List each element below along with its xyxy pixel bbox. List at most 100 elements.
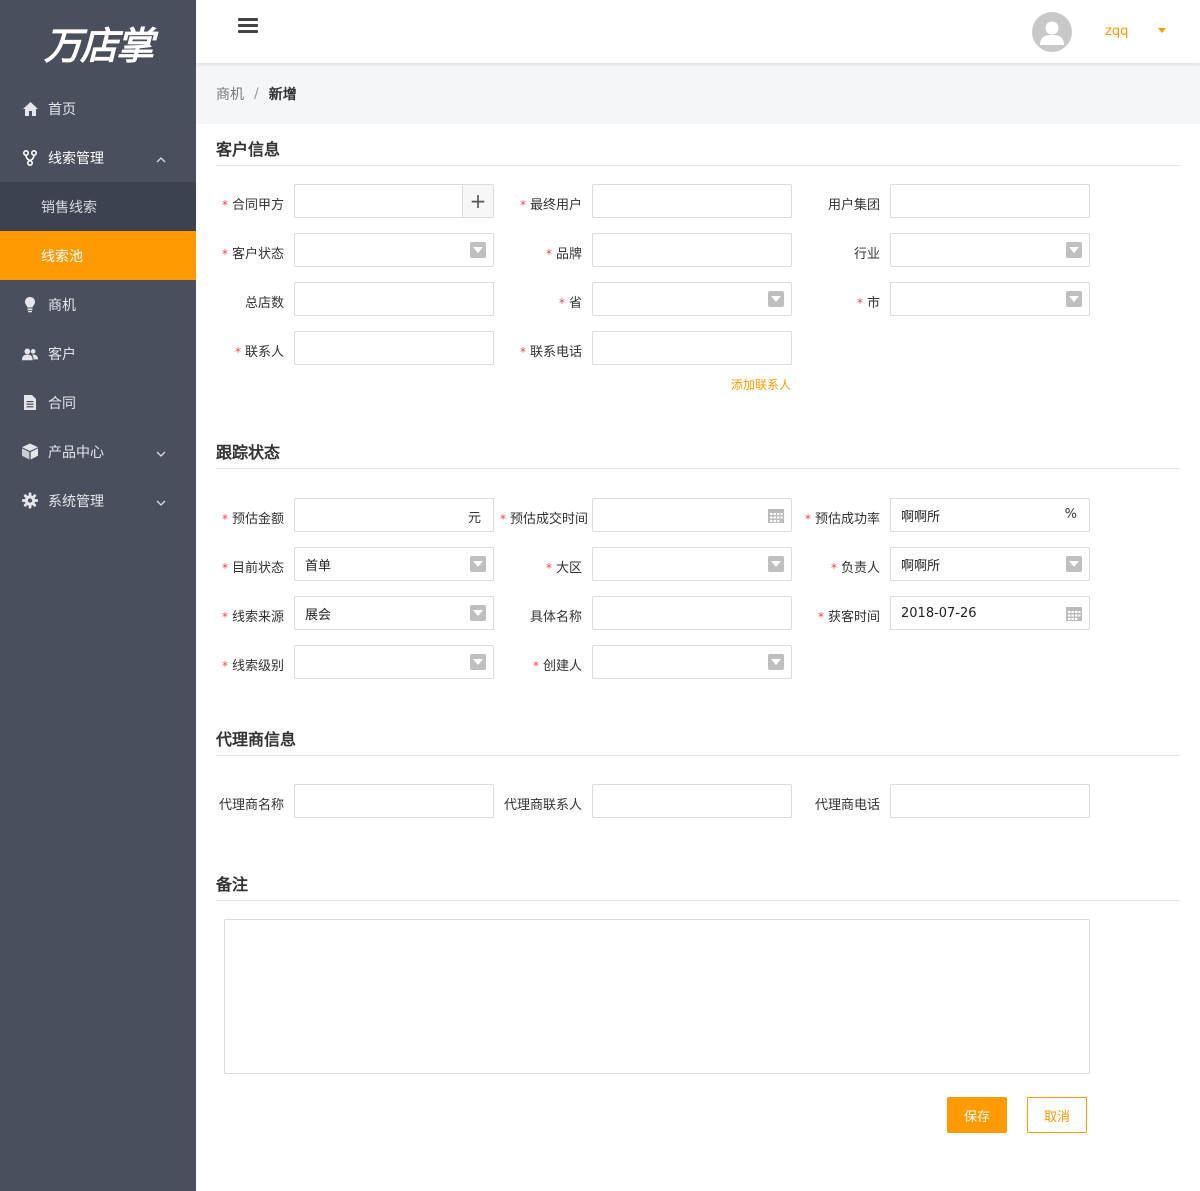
- agent-name-input[interactable]: [294, 784, 494, 818]
- branch-icon: [22, 149, 38, 166]
- unit-suffix: 元: [467, 511, 481, 526]
- label-agent-phone: 代理商电话: [814, 798, 880, 813]
- brand-input[interactable]: [592, 233, 792, 267]
- sidebar-item-label: 产品中心: [48, 444, 104, 461]
- lead-level-select[interactable]: [294, 645, 494, 679]
- province-select[interactable]: [592, 282, 792, 316]
- sidebar-item-label: 商机: [48, 297, 76, 314]
- party-a-input[interactable]: +: [294, 184, 494, 218]
- cube-icon: [22, 443, 38, 460]
- section-title-customer: 客户信息: [216, 140, 281, 159]
- end-user-input[interactable]: [592, 184, 792, 218]
- label-agent-name: 代理商名称: [218, 798, 284, 813]
- cancel-button[interactable]: 取消: [1027, 1097, 1087, 1133]
- section-divider: [216, 468, 1180, 469]
- industry-select[interactable]: [890, 233, 1090, 267]
- chevron-down-icon: [156, 494, 166, 510]
- dropdown-arrow-icon[interactable]: [470, 242, 486, 258]
- dropdown-arrow-icon[interactable]: [768, 556, 784, 572]
- specific-name-input[interactable]: [592, 596, 792, 630]
- sidebar-subitem-label: 线索池: [41, 248, 83, 265]
- sidebar-subitem-label: 销售线索: [41, 199, 97, 216]
- section-title-agent: 代理商信息: [216, 730, 297, 749]
- username[interactable]: zqq: [1105, 24, 1128, 39]
- lightbulb-icon: [22, 296, 38, 313]
- add-party-button[interactable]: +: [462, 185, 493, 217]
- chevron-up-icon: [156, 151, 166, 167]
- logo: 万店掌: [0, 0, 196, 84]
- chevron-down-icon: [156, 445, 166, 461]
- sidebar-item-label: 首页: [48, 101, 76, 118]
- sidebar-nav: 首页 线索管理 销售线索 线索池 商机 客户 合同 产品中心 系统管理: [0, 84, 196, 525]
- city-select[interactable]: [890, 282, 1090, 316]
- est-close-time-picker[interactable]: [592, 498, 792, 532]
- sidebar-item-label: 合同: [48, 395, 76, 412]
- label-est-close-time: * 预估成交时间: [500, 512, 589, 527]
- main-form: 客户信息 * 合同甲方 + * 最终用户 用户集团 * 客户状态 * 品牌 行业 总店数…: [196, 124, 1200, 1191]
- sidebar-item-leads[interactable]: 线索管理: [0, 133, 196, 182]
- dropdown-arrow-icon[interactable]: [1066, 291, 1082, 307]
- calendar-icon[interactable]: [768, 508, 784, 523]
- label-lead-source: * 线索来源: [221, 610, 284, 625]
- owner-select[interactable]: 啊啊所: [890, 547, 1090, 581]
- label-est-rate: * 预估成功率: [804, 512, 880, 527]
- top-header: zqq: [196, 0, 1200, 63]
- dropdown-arrow-icon[interactable]: [470, 654, 486, 670]
- acquire-time-picker[interactable]: 2018-07-26: [890, 596, 1090, 630]
- sidebar-subitem-lead-pool[interactable]: 线索池: [0, 231, 196, 280]
- contact-input[interactable]: [294, 331, 494, 365]
- creator-select[interactable]: [592, 645, 792, 679]
- current-status-select[interactable]: 首单: [294, 547, 494, 581]
- label-est-amount: * 预估金额: [221, 512, 284, 527]
- calendar-icon[interactable]: [1066, 606, 1082, 621]
- label-current-status: * 目前状态: [221, 561, 284, 576]
- remark-textarea[interactable]: [224, 919, 1090, 1074]
- label-user-group: 用户集团: [827, 198, 880, 213]
- section-divider: [216, 165, 1180, 166]
- sidebar-item-products[interactable]: 产品中心: [0, 427, 196, 476]
- label-phone: * 联系电话: [519, 345, 582, 360]
- phone-input[interactable]: [592, 331, 792, 365]
- customer-status-select[interactable]: [294, 233, 494, 267]
- label-brand: * 品牌: [545, 247, 582, 262]
- section-title-remark: 备注: [216, 875, 249, 894]
- breadcrumb-parent[interactable]: 商机: [216, 84, 244, 104]
- dropdown-arrow-icon[interactable]: [1066, 242, 1082, 258]
- breadcrumb: 商机 / 新增: [196, 63, 1200, 124]
- avatar[interactable]: [1032, 12, 1072, 52]
- home-icon: [22, 101, 38, 117]
- save-button[interactable]: 保存: [947, 1097, 1007, 1133]
- agent-contact-input[interactable]: [592, 784, 792, 818]
- section-title-tracking: 跟踪状态: [216, 443, 281, 462]
- dropdown-arrow-icon[interactable]: [768, 654, 784, 670]
- sidebar-item-home[interactable]: 首页: [0, 84, 196, 133]
- region-select[interactable]: [592, 547, 792, 581]
- label-owner: * 负责人: [830, 561, 880, 576]
- caret-down-icon[interactable]: [1158, 28, 1166, 33]
- lead-source-select[interactable]: 展会: [294, 596, 494, 630]
- sidebar-item-system[interactable]: 系统管理: [0, 476, 196, 525]
- agent-phone-input[interactable]: [890, 784, 1090, 818]
- store-count-input[interactable]: [294, 282, 494, 316]
- sidebar-subitem-sales-leads[interactable]: 销售线索: [0, 182, 196, 231]
- label-agent-contact: 代理商联系人: [503, 798, 582, 813]
- est-rate-input[interactable]: 啊啊所%: [890, 498, 1090, 532]
- menu-toggle-icon[interactable]: [238, 18, 258, 34]
- sidebar-item-opportunity[interactable]: 商机: [0, 280, 196, 329]
- sidebar-item-customers[interactable]: 客户: [0, 329, 196, 378]
- label-end-user: * 最终用户: [519, 198, 582, 213]
- label-industry: 行业: [853, 247, 880, 262]
- dropdown-arrow-icon[interactable]: [1066, 556, 1082, 572]
- user-group-input[interactable]: [890, 184, 1090, 218]
- logo-text: 万店掌: [43, 23, 154, 68]
- dropdown-arrow-icon[interactable]: [768, 291, 784, 307]
- dropdown-arrow-icon[interactable]: [470, 556, 486, 572]
- add-contact-link[interactable]: 添加联系人: [731, 376, 791, 393]
- est-amount-input[interactable]: 元: [294, 498, 494, 532]
- label-specific-name: 具体名称: [529, 610, 582, 625]
- sidebar-item-contracts[interactable]: 合同: [0, 378, 196, 427]
- users-icon: [22, 346, 38, 362]
- gear-icon: [22, 492, 38, 509]
- sidebar: 万店掌 首页 线索管理 销售线索 线索池 商机 客户 合同 产品中心 系统管理: [0, 0, 196, 1191]
- dropdown-arrow-icon[interactable]: [470, 605, 486, 621]
